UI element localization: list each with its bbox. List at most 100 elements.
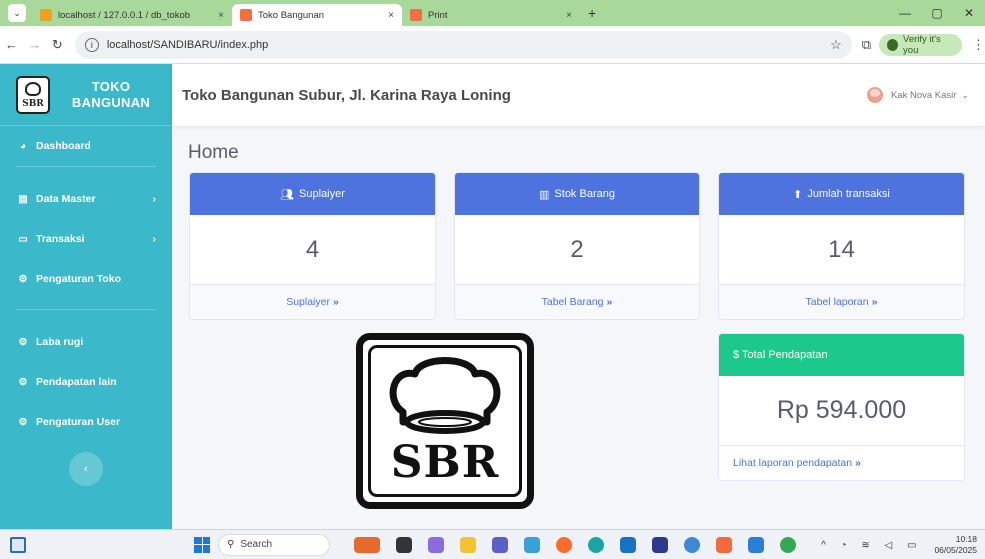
bookmark-star-icon[interactable]: ☆ (830, 37, 842, 53)
cogs-icon: ⚙ (18, 416, 28, 428)
card-suplaiyer: 👥︎ Suplaiyer 4 Suplaiyer » (189, 172, 436, 320)
brand-title: TOKO BANGUNAN (50, 79, 172, 111)
window-controls: — ▢ ✕ (889, 0, 985, 26)
taskbar-apps (354, 536, 812, 553)
store-name: Toko Bangunan Subur, Jl. Karina Raya Lon… (182, 86, 511, 104)
sidebar-item-transaksi[interactable]: ▭ Transaksi › (0, 219, 172, 259)
url-text: localhost/SANDIBARU/index.php (106, 38, 269, 51)
card-header: $ Total Pendapatan (719, 334, 964, 376)
close-window-button[interactable]: ✕ (953, 6, 985, 20)
new-tab-button[interactable]: + (588, 5, 596, 21)
reload-icon[interactable]: ↻ (46, 37, 69, 53)
users-icon: 👥︎ (280, 188, 295, 201)
system-tray: ^ ◔ ≋ ◁ ▭ 10:18 06/05/2025 (821, 530, 977, 559)
restore-button[interactable]: ▢ (921, 6, 953, 20)
sidebar-divider (16, 166, 156, 167)
xampp-icon[interactable] (716, 536, 732, 553)
dashboard-icon: ◕ (19, 140, 27, 152)
sidebar-toggle-button[interactable]: ‹ (69, 452, 103, 486)
chef-hat-icon (25, 81, 41, 96)
close-tab-icon[interactable]: × (388, 10, 394, 21)
weather-app-icon[interactable] (354, 536, 380, 553)
topbar: Toko Bangunan Subur, Jl. Karina Raya Lon… (172, 64, 985, 126)
card-value: 4 (190, 215, 435, 285)
sidebar-item-laba-rugi[interactable]: ⚙ Laba rugi (0, 322, 172, 362)
upload-icon: ⬆ (793, 188, 803, 201)
extensions-icon[interactable]: ⧉ (862, 37, 871, 53)
double-chevron-right-icon: » (871, 296, 878, 308)
app-favicon-icon (410, 9, 422, 21)
close-tab-icon[interactable]: × (566, 10, 572, 21)
browser-tab-toko-bangunan[interactable]: Toko Bangunan × (232, 4, 402, 26)
total-value: Rp 594.000 (719, 376, 964, 446)
sidebar-item-pengaturan-user[interactable]: ⚙ Pengaturan User (0, 402, 172, 442)
task-view-icon[interactable] (396, 536, 412, 553)
card-total-pendapatan: $ Total Pendapatan Rp 594.000 Lihat lapo… (718, 333, 965, 481)
card-title: Suplaiyer (299, 188, 345, 200)
widgets-icon[interactable] (10, 536, 26, 553)
sidebar-item-label: Pengaturan User (36, 416, 121, 428)
brand-logo: SBR (16, 75, 50, 114)
sidebar-item-label: Dashboard (36, 140, 91, 152)
tab-label: Print (428, 9, 448, 21)
double-chevron-right-icon: » (606, 296, 613, 308)
outlook-icon[interactable] (620, 536, 636, 553)
windows-start-icon[interactable] (194, 536, 210, 553)
address-bar: ← → ↻ i localhost/SANDIBARU/index.php ☆ … (0, 26, 985, 64)
mysql-icon[interactable] (524, 536, 540, 553)
card-title: Jumlah transaksi (807, 188, 890, 200)
sidebar-item-dashboard[interactable]: ◕ Dashboard (0, 126, 172, 166)
app-favicon-icon (240, 9, 252, 21)
suplaiyer-link[interactable]: Suplaiyer » (190, 285, 435, 319)
vscode-icon[interactable] (748, 536, 764, 553)
dropbox-icon[interactable] (652, 536, 668, 553)
database-icon: ▤ (18, 193, 28, 205)
taskbar-search-label: Search (240, 539, 273, 550)
file-explorer-icon[interactable] (460, 536, 476, 553)
edge-icon[interactable] (588, 536, 604, 553)
chrome-icon[interactable] (780, 536, 796, 553)
sidebar-item-pendapatan-lain[interactable]: ⚙ Pendapatan lain (0, 362, 172, 402)
tab-search-icon[interactable]: ⌄ (8, 4, 26, 22)
user-menu[interactable]: Kak Nova Kasir ⌄ (866, 87, 969, 103)
close-tab-icon[interactable]: × (218, 10, 224, 21)
back-icon[interactable]: ← (0, 37, 23, 52)
site-info-icon[interactable]: i (84, 37, 99, 52)
url-field[interactable]: i localhost/SANDIBARU/index.php ☆ (74, 30, 852, 59)
minimize-button[interactable]: — (889, 6, 921, 20)
sidebar: SBR TOKO BANGUNAN ◕ Dashboard ▤ Data Mas… (0, 64, 172, 529)
vpn-icon[interactable] (684, 536, 700, 553)
tabel-barang-link[interactable]: Tabel Barang » (455, 285, 699, 319)
sidebar-item-data-master[interactable]: ▤ Data Master › (0, 179, 172, 219)
user-name: Kak Nova Kasir (890, 89, 957, 101)
card-value: 14 (719, 215, 964, 285)
desktop-icon: ▭ (18, 233, 28, 245)
card-link-label: Tabel Barang (541, 296, 604, 308)
double-chevron-right-icon: » (332, 296, 339, 308)
tab-label: localhost / 127.0.0.1 / db_tokob (58, 9, 191, 21)
chevron-right-icon: › (152, 193, 156, 205)
firefox-icon[interactable] (556, 536, 572, 553)
profile-button[interactable]: Verify it's you (879, 33, 963, 56)
cogs-icon: ⚙ (18, 376, 28, 388)
browser-tab-phpmyadmin[interactable]: localhost / 127.0.0.1 / db_tokob × (32, 4, 232, 26)
browser-tab-print[interactable]: Print × (402, 4, 580, 26)
teams-icon[interactable] (492, 536, 508, 553)
sidebar-brand[interactable]: SBR TOKO BANGUNAN (0, 64, 172, 126)
store-logo: SBR (356, 333, 534, 509)
sidebar-item-pengaturan-toko[interactable]: ⚙ Pengaturan Toko (0, 259, 172, 299)
lihat-laporan-link[interactable]: Lihat laporan pendapatan » (719, 446, 964, 480)
card-header: ▥ Stok Barang (455, 173, 699, 215)
taskbar-clock[interactable]: 10:18 06/05/2025 (934, 534, 977, 556)
forward-icon[interactable]: → (23, 37, 46, 52)
chevron-down-icon: ⌄ (961, 89, 969, 100)
taskbar-search[interactable]: ⚲ Search (218, 533, 330, 556)
browser-menu-icon[interactable]: ⋮ (972, 37, 985, 53)
double-chevron-right-icon: » (855, 457, 861, 469)
copilot-icon[interactable] (428, 536, 444, 553)
brand-line-2: BANGUNAN (71, 94, 151, 110)
tabel-laporan-link[interactable]: Tabel laporan » (719, 285, 964, 319)
tray-icons[interactable]: ^ ◔ ≋ ◁ ▭ (821, 540, 922, 551)
sidebar-item-label: Transaksi (36, 233, 85, 245)
brand-logo-text: SBR (22, 98, 44, 109)
